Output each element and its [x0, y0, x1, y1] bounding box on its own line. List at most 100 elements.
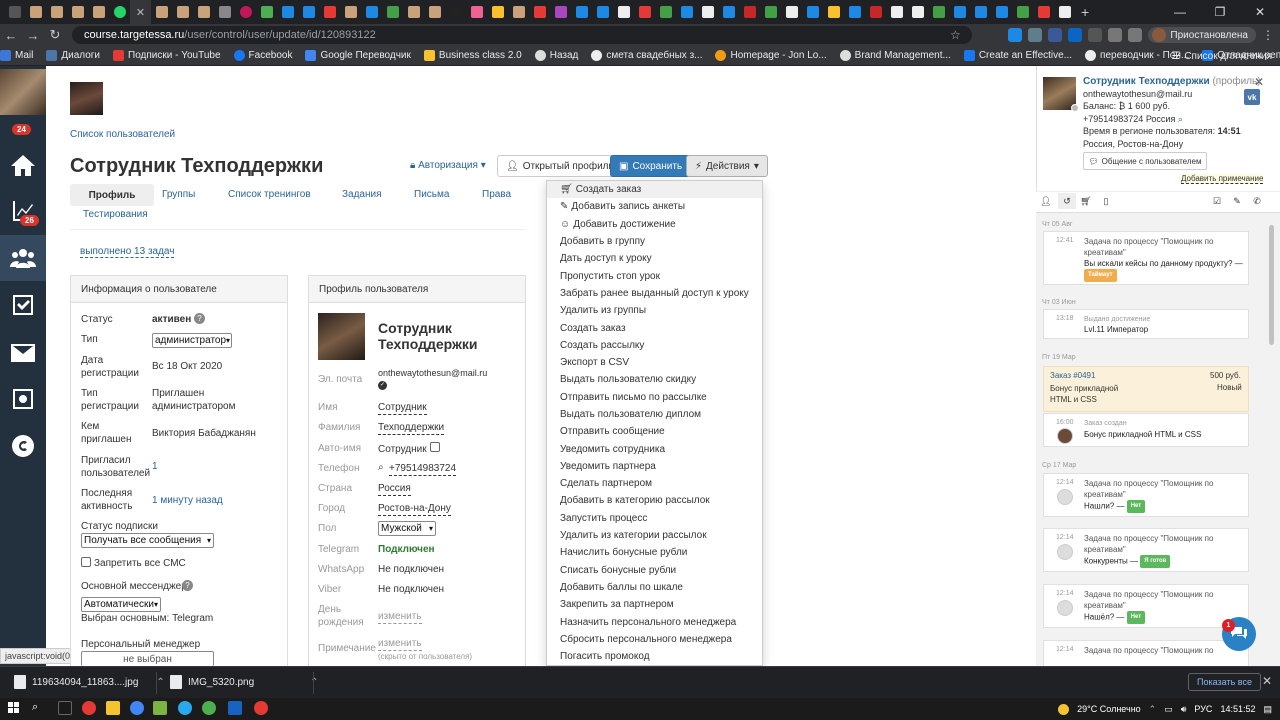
phone-icon[interactable]: ✆ — [1250, 193, 1264, 209]
browser-tab[interactable] — [214, 0, 235, 24]
feed-item[interactable]: 12:14 Задача по процессу "Помощник по — [1043, 640, 1249, 666]
minimize-icon[interactable]: — — [1160, 5, 1200, 19]
note-edit-link[interactable]: изменить — [378, 637, 422, 651]
menu-item-add-survey[interactable]: ✎ Добавить запись анкеты — [547, 198, 762, 215]
show-all-downloads-button[interactable]: Показать все — [1188, 673, 1261, 691]
bookmark[interactable]: Подписки - YouTube — [113, 50, 221, 61]
search-icon[interactable]: ⌕ — [1178, 114, 1183, 124]
network-icon[interactable]: ▭ — [1164, 704, 1173, 715]
menu-item[interactable]: Сбросить персонального менеджера — [547, 631, 762, 648]
language-indicator[interactable]: РУС — [1194, 704, 1212, 714]
auth-dropdown[interactable]: 🔒︎ Авторизация ▾ — [410, 160, 486, 171]
users-list-link[interactable]: Список пользователей — [70, 129, 175, 140]
browser-tab[interactable] — [361, 0, 382, 24]
close-window-icon[interactable]: ✕ — [1240, 5, 1280, 19]
browser-tab[interactable] — [571, 0, 592, 24]
home-icon[interactable] — [0, 142, 46, 188]
extension-icon[interactable] — [1088, 28, 1103, 42]
menu-item[interactable]: Дать доступ к уроку — [547, 250, 762, 267]
search-icon[interactable]: ⌕ — [32, 701, 38, 714]
browser-tab[interactable] — [193, 0, 214, 24]
order-title-link[interactable]: Заказ #0491 — [1050, 371, 1095, 380]
browser-tab[interactable] — [88, 0, 109, 24]
menu-item-add-achievement[interactable]: ☺ Добавить достижение — [547, 216, 762, 233]
menu-item[interactable]: Создать заказ — [547, 319, 762, 336]
browser-tab-active[interactable]: ✕ — [130, 0, 151, 24]
browser-tab[interactable] — [970, 0, 991, 24]
birthday-edit-link[interactable]: изменить — [378, 610, 422, 624]
tab-letters[interactable]: Письма — [414, 189, 449, 200]
invited-users-link[interactable]: 1 — [152, 460, 158, 473]
menu-item[interactable]: Начислить бонусные рубли — [547, 544, 762, 561]
linkedin-icon[interactable] — [1068, 28, 1083, 42]
manager-select[interactable]: не выбран — [81, 651, 214, 666]
browser-tab[interactable] — [529, 0, 550, 24]
browser-tab[interactable] — [991, 0, 1012, 24]
taskbar-app-icon[interactable] — [153, 701, 167, 715]
bookmark[interactable]: Create an Effective... — [963, 50, 1072, 61]
bookmark[interactable]: Business class 2.0 — [423, 50, 522, 61]
profile-photo[interactable] — [318, 313, 365, 360]
help-icon[interactable]: ? — [182, 580, 193, 591]
browser-tab[interactable] — [886, 0, 907, 24]
menu-item[interactable]: Удалить из группы — [547, 302, 762, 319]
menu-item[interactable]: Погасить промокод — [547, 648, 762, 665]
url-field[interactable]: course.targetessa.ru/user/control/user/u… — [72, 26, 972, 44]
browser-tab[interactable] — [508, 0, 529, 24]
browser-tab[interactable] — [718, 0, 739, 24]
auto-name-checkbox[interactable] — [430, 442, 440, 452]
bookmark[interactable]: Brand Management... — [839, 50, 951, 61]
feed-item[interactable]: 16:00 Заказ создан Бонус прикладной HTML… — [1043, 413, 1249, 447]
menu-item[interactable]: Закрепить за партнером — [547, 596, 762, 613]
country-value[interactable]: Россия — [378, 482, 411, 496]
profile-chip[interactable]: Приостановлена — [1148, 27, 1256, 43]
browser-tab[interactable] — [109, 0, 130, 24]
feed-item[interactable]: 12:14 Задача по процессу "Помощник по кр… — [1043, 473, 1249, 517]
puzzle-icon[interactable] — [1108, 28, 1123, 42]
browser-tab[interactable] — [256, 0, 277, 24]
phone-value[interactable]: +79514983724 — [389, 462, 457, 476]
last-name-value[interactable]: Техподдержки — [378, 421, 445, 435]
bookmark-star-icon[interactable]: ☆ — [950, 28, 961, 42]
tray-chevron-icon[interactable]: ⌃ — [1149, 704, 1157, 715]
notifications-icon[interactable]: ▤ — [1263, 704, 1272, 715]
browser-tab[interactable] — [739, 0, 760, 24]
browser-tab[interactable] — [298, 0, 319, 24]
avatar[interactable] — [0, 69, 46, 115]
extension-icon[interactable] — [1048, 28, 1063, 42]
taskbar-chrome-icon[interactable] — [130, 701, 144, 715]
download-item[interactable]: IMG_5320.png ⌃ — [170, 668, 319, 696]
browser-tab[interactable] — [487, 0, 508, 24]
feed-item[interactable]: 12:41 Задача по процессу "Помощник по кр… — [1043, 231, 1249, 285]
feed-item[interactable]: 12:14 Задача по процессу "Помощник по кр… — [1043, 584, 1249, 628]
tab-tests[interactable]: Тестирования — [83, 209, 148, 220]
menu-item[interactable]: Добавить в категорию рассылок — [547, 492, 762, 509]
vk-icon[interactable]: vk — [1244, 89, 1260, 105]
chat-with-user-button[interactable]: 💬︎ Общение с пользователем — [1083, 152, 1207, 170]
new-tab-icon[interactable]: + — [1081, 4, 1089, 20]
subscription-select[interactable]: Получать все сообщения ▾ — [81, 533, 214, 548]
back-icon[interactable]: ← — [0, 28, 22, 43]
tab-rights[interactable]: Права — [482, 189, 511, 200]
add-note-link[interactable]: Добавить примечание — [1181, 174, 1264, 184]
save-button[interactable]: ▣ Сохранить — [610, 155, 692, 177]
menu-item[interactable]: Запустить процесс — [547, 510, 762, 527]
menu-item-create-order[interactable]: 🛒︎ Создать заказ — [547, 181, 762, 199]
browser-tab[interactable] — [802, 0, 823, 24]
browser-tab[interactable] — [781, 0, 802, 24]
history-icon[interactable]: ↺ — [1058, 193, 1076, 209]
mobile-icon[interactable]: ▯ — [1099, 193, 1113, 209]
download-item[interactable]: 119634094_11863....jpg ⌃ — [14, 668, 165, 696]
forward-icon[interactable]: → — [22, 28, 44, 43]
clock[interactable]: 14:51:52 — [1220, 704, 1255, 714]
taskbar-app-icon[interactable] — [58, 701, 72, 715]
browser-tab[interactable] — [67, 0, 88, 24]
side-name-link[interactable]: Сотрудник Техподдержки — [1083, 76, 1210, 87]
browser-tab[interactable] — [4, 0, 25, 24]
browser-tab[interactable] — [928, 0, 949, 24]
volume-icon[interactable]: 🔊︎ — [1181, 704, 1187, 715]
tab-trainings[interactable]: Список тренингов — [228, 189, 311, 200]
browser-tab[interactable] — [46, 0, 67, 24]
extension-icon[interactable] — [1028, 28, 1043, 42]
users-icon[interactable] — [0, 235, 46, 281]
